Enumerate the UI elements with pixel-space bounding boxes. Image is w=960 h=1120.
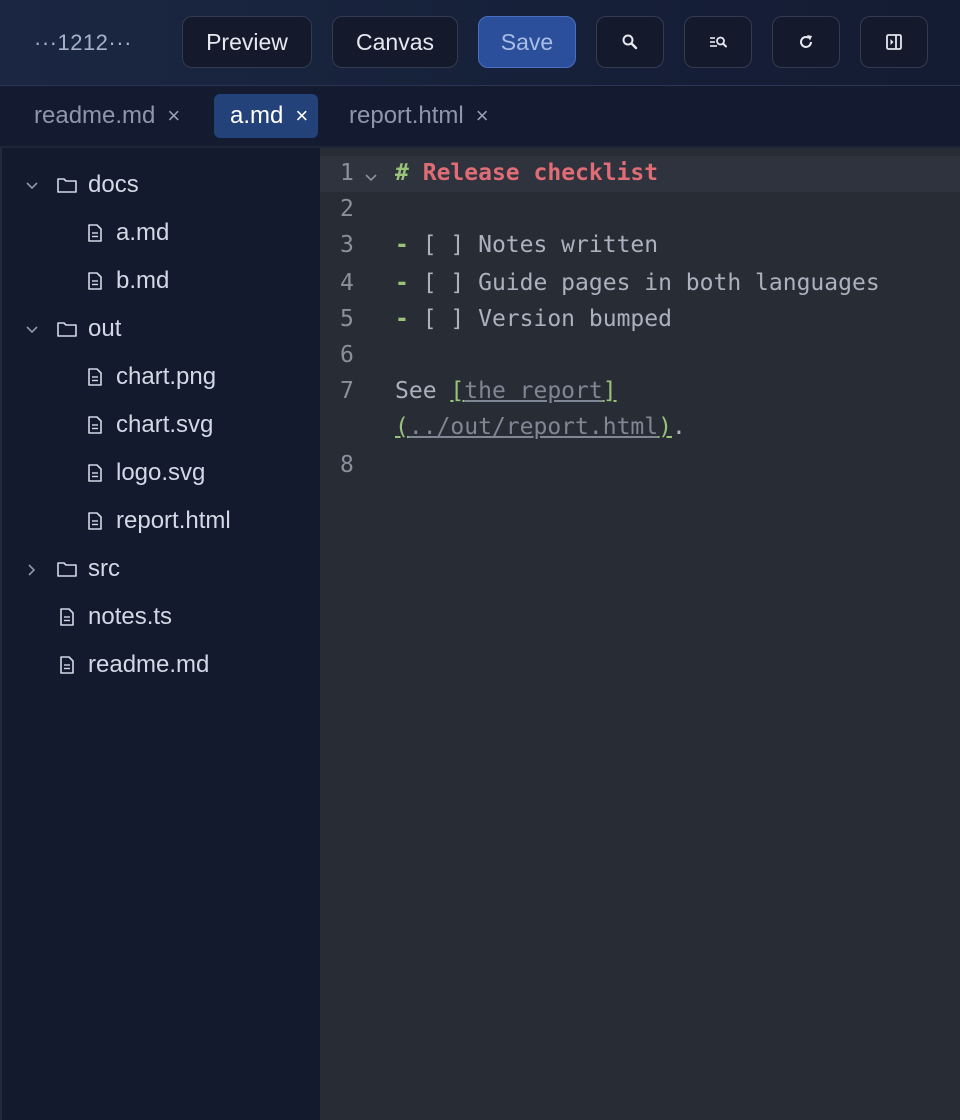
sidebar-item-notes-ts[interactable]: notes.ts xyxy=(58,597,172,637)
file-icon xyxy=(88,272,102,290)
tree-item-label: notes.ts xyxy=(88,603,173,630)
line-number: 3 xyxy=(340,232,354,258)
code-line-3: - [ ] Notes written xyxy=(395,232,658,258)
sidebar-item-logo-svg[interactable]: logo.svg xyxy=(86,453,205,493)
code-line-4: - [ ] Guide pages in both languages xyxy=(395,270,880,296)
file-icon xyxy=(88,368,102,386)
panel-toggle-button[interactable] xyxy=(860,16,928,68)
tab-label: a.md xyxy=(230,102,284,129)
sidebar-item-readme-md[interactable]: readme.md xyxy=(58,645,209,685)
list-marker: - xyxy=(395,270,409,296)
sidebar-item-report-html[interactable]: report.html xyxy=(86,501,231,541)
chevron-down-icon[interactable] xyxy=(24,178,40,194)
heading-text: Release checklist xyxy=(422,160,659,186)
link-bracket: [ xyxy=(450,378,465,404)
tree-item-label: a.md xyxy=(116,219,170,246)
list-text: [ ] Guide pages in both languages xyxy=(408,270,880,296)
code-editor[interactable]: 1 # Release checklist 2 3 - [ ] Notes wr… xyxy=(320,148,960,1120)
folder-icon xyxy=(57,178,77,193)
sidebar-item-out[interactable]: out xyxy=(56,309,121,349)
fold-chevron-icon[interactable] xyxy=(362,168,380,186)
sidebar-item-src[interactable]: src xyxy=(56,549,120,589)
link-text[interactable]: the report xyxy=(464,378,602,404)
line-number: 7 xyxy=(340,378,354,404)
tree-item-label: report.html xyxy=(116,507,231,534)
link-bracket: ] xyxy=(602,378,617,404)
tab-bar: readme.md × a.md × report.html × xyxy=(0,86,960,148)
plain-text: . xyxy=(671,414,686,440)
tree-item-label: chart.svg xyxy=(116,411,214,438)
list-text: [ ] Notes written xyxy=(408,232,659,258)
list-text: [ ] Version bumped xyxy=(408,306,672,332)
tab-a-md[interactable]: a.md × xyxy=(214,94,319,138)
list-marker: - xyxy=(395,232,409,258)
code-line-5: - [ ] Version bumped xyxy=(395,306,672,332)
refresh-button[interactable] xyxy=(772,16,840,68)
tab-label: readme.md xyxy=(34,102,156,129)
search-icon xyxy=(622,34,638,50)
tab-label: report.html xyxy=(349,102,464,129)
toolbar: ···1212··· Preview Canvas Save xyxy=(0,0,960,86)
folder-icon xyxy=(57,562,77,577)
preview-button[interactable]: Preview xyxy=(182,16,312,68)
search-list-icon xyxy=(710,36,727,48)
save-button[interactable]: Save xyxy=(478,16,576,68)
tab-readme[interactable]: readme.md × xyxy=(34,94,180,138)
line-number: 2 xyxy=(340,196,354,222)
search-list-button[interactable] xyxy=(684,16,752,68)
line-number: 5 xyxy=(340,306,354,332)
refresh-icon xyxy=(800,35,812,48)
line-number: 8 xyxy=(340,452,354,478)
folder-icon xyxy=(57,322,77,337)
close-icon[interactable]: × xyxy=(476,103,489,129)
code-line-7: See [the report] xyxy=(395,378,617,404)
search-button[interactable] xyxy=(596,16,664,68)
tree-item-label: logo.svg xyxy=(116,459,206,486)
file-tree: docs a.md b.md out chart.png chart.svg l… xyxy=(0,148,320,1120)
file-icon xyxy=(88,464,102,482)
plain-text: See xyxy=(395,378,451,404)
sidebar-item-b-md[interactable]: b.md xyxy=(86,261,169,301)
tree-item-label: readme.md xyxy=(88,651,210,678)
panel-toggle-icon xyxy=(886,34,902,50)
file-icon xyxy=(88,416,102,434)
toolbar-title: ···1212··· xyxy=(34,30,132,55)
chevron-down-icon[interactable] xyxy=(24,322,40,338)
tree-item-label: docs xyxy=(88,171,139,198)
file-icon xyxy=(88,512,102,530)
file-icon xyxy=(60,656,74,674)
canvas-button[interactable]: Canvas xyxy=(332,16,458,68)
sidebar-item-chart-png[interactable]: chart.png xyxy=(86,357,216,397)
sidebar-item-docs[interactable]: docs xyxy=(56,165,139,205)
tree-item-label: b.md xyxy=(116,267,170,294)
file-icon xyxy=(88,224,102,242)
link-url[interactable]: ../out/report.html xyxy=(409,414,658,440)
sidebar-item-a-md[interactable]: a.md xyxy=(86,213,169,253)
close-icon[interactable]: × xyxy=(167,103,180,129)
list-marker: - xyxy=(395,306,409,332)
link-paren: ( xyxy=(395,414,409,440)
tab-report-html[interactable]: report.html × xyxy=(349,94,489,138)
heading-marker: # xyxy=(395,160,409,186)
line-number: 1 xyxy=(340,160,354,186)
tree-item-label: out xyxy=(88,315,122,342)
file-icon xyxy=(60,608,74,626)
tree-item-label: src xyxy=(88,555,120,582)
chevron-right-icon[interactable] xyxy=(24,562,40,578)
code-line-1: # Release checklist xyxy=(395,160,658,186)
sidebar-item-chart-svg[interactable]: chart.svg xyxy=(86,405,213,445)
close-icon[interactable]: × xyxy=(295,103,308,129)
line-number: 4 xyxy=(340,270,354,296)
link-paren: ) xyxy=(658,414,672,440)
code-line-7-wrap: (../out/report.html). xyxy=(395,414,686,440)
line-number: 6 xyxy=(340,342,354,368)
tree-item-label: chart.png xyxy=(116,363,217,390)
